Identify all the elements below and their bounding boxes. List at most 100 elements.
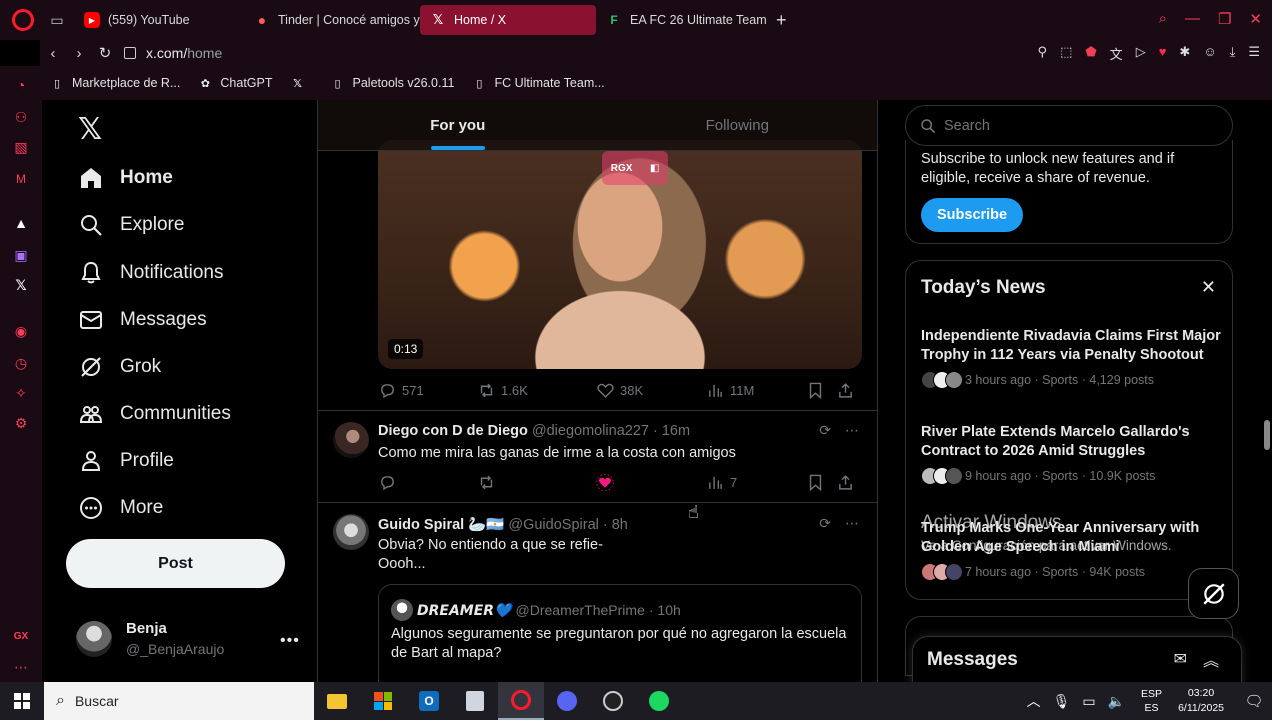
chevron-up-icon[interactable]: ︿ <box>1027 691 1041 711</box>
tweet-video[interactable]: RGX ◧ 0:13 <box>378 140 862 369</box>
outlook-app[interactable]: O <box>406 682 452 720</box>
forward-button[interactable]: › <box>66 45 92 62</box>
expand-chevron-icon[interactable]: ︽ <box>1203 647 1219 671</box>
video-overlay-badge[interactable]: RGX ◧ <box>602 151 668 185</box>
avatar[interactable] <box>333 514 369 550</box>
profile-icon[interactable]: ☺ <box>1203 44 1216 63</box>
x-sidebar-icon[interactable]: 𝕏 <box>12 276 30 294</box>
volume-icon[interactable]: 🔈 <box>1108 693 1125 710</box>
notepad-app[interactable] <box>452 682 498 720</box>
tweet-time[interactable]: · 8h <box>603 517 628 533</box>
settings-icon[interactable]: ⚙ <box>12 414 30 432</box>
author-name[interactable]: Diego con D de Diego <box>378 423 528 439</box>
news-item[interactable]: Independiente Rivadavia Claims First Maj… <box>921 327 1221 389</box>
grok-explain-icon[interactable]: ⟳ <box>819 422 831 439</box>
repost-button[interactable] <box>477 473 596 491</box>
new-message-icon[interactable]: ✉ <box>1174 649 1187 669</box>
opera-gx-app[interactable] <box>498 682 544 720</box>
extensions-icon[interactable]: ✱ <box>1179 44 1190 63</box>
tab-tinder[interactable]: ● Tinder | Conocé amigos y <box>244 5 420 35</box>
tab-islands-icon[interactable]: ▭ <box>46 9 68 31</box>
nav-communities[interactable]: Communities <box>78 394 231 434</box>
tab-x-home[interactable]: 𝕏 Home / X <box>420 5 596 35</box>
tab-following[interactable]: Following <box>598 100 878 150</box>
more-options-icon[interactable]: ⋯ <box>845 515 859 532</box>
x-logo-icon[interactable]: 𝕏 <box>78 112 102 147</box>
player-icon[interactable]: ▷ <box>1136 44 1146 63</box>
gmail-icon[interactable]: M <box>12 170 30 188</box>
maximize-button[interactable]: ❐ <box>1218 10 1231 28</box>
nav-notifications[interactable]: Notifications <box>78 253 224 293</box>
reply-button[interactable] <box>378 473 477 491</box>
author-handle[interactable]: @diegomolina227 <box>532 423 649 439</box>
gx-icon[interactable]: GX <box>12 628 30 646</box>
quoted-tweet[interactable]: 𝘿𝙍𝙀𝘼𝙈𝙀𝙍💙 @DreamerThePrime · 10h Algunos … <box>378 584 862 682</box>
avatar[interactable] <box>333 422 369 458</box>
translate-icon[interactable]: 文 <box>1110 44 1123 63</box>
grok-floating-button[interactable] <box>1188 568 1239 619</box>
bookmark-heart-icon[interactable]: ♥ <box>1159 44 1167 63</box>
bookmark-chatgpt[interactable]: ✿ ChatGPT <box>198 76 273 90</box>
start-button[interactable] <box>0 682 44 720</box>
minimize-button[interactable]: — <box>1185 10 1200 28</box>
bookmark-x[interactable]: 𝕏 <box>291 76 313 90</box>
page-scrollbar[interactable] <box>1264 420 1270 450</box>
tab-ea-fc[interactable]: F EA FC 26 Ultimate Team P <box>596 5 770 35</box>
new-tab-button[interactable]: + <box>776 10 787 31</box>
bookmark-button[interactable] <box>806 473 836 491</box>
messages-drawer[interactable]: Messages ✉ ︽ <box>912 636 1242 682</box>
news-item[interactable]: Trump Marks One-Year Anniversary with Go… <box>921 519 1221 581</box>
like-button[interactable] <box>596 473 706 491</box>
taskbar-search[interactable]: ⌕ Buscar <box>44 682 314 720</box>
author-handle[interactable]: @GuidoSpiral <box>508 517 598 533</box>
views-button[interactable]: 11M <box>706 381 806 399</box>
history-icon[interactable]: ◷ <box>12 354 30 372</box>
file-explorer-app[interactable] <box>314 682 360 720</box>
language-indicator[interactable]: ESP ES <box>1141 687 1162 715</box>
repost-button[interactable]: 1.6K <box>477 381 596 399</box>
easy-setup-icon[interactable]: ☰ <box>1248 44 1260 63</box>
nav-grok[interactable]: Grok <box>78 347 161 387</box>
network-icon[interactable]: ▭ <box>1082 693 1095 710</box>
nav-explore[interactable]: Explore <box>78 205 184 245</box>
url-field[interactable]: x.com/home <box>146 45 222 61</box>
tweet-time[interactable]: · 16m <box>653 423 690 439</box>
close-icon[interactable]: ✕ <box>1201 277 1216 298</box>
bookmark-fc-ultimate[interactable]: ▯ FC Ultimate Team... <box>472 76 604 90</box>
opera-menu-icon[interactable] <box>12 9 34 31</box>
author-name[interactable]: Guido Spiral <box>378 517 464 533</box>
share-button[interactable] <box>836 381 860 399</box>
store-app[interactable] <box>360 682 406 720</box>
clock[interactable]: 03:20 6/11/2025 <box>1178 686 1224 716</box>
like-button[interactable]: 38K <box>596 381 706 399</box>
snapshot-icon[interactable]: ⬚ <box>1060 44 1072 63</box>
pin-icon[interactable]: ⚲ <box>1038 44 1048 63</box>
site-info-icon[interactable] <box>124 47 136 59</box>
arc-icon[interactable]: ▲ <box>12 214 30 232</box>
nav-profile[interactable]: Profile <box>78 441 174 481</box>
close-window-button[interactable]: ✕ <box>1249 10 1262 28</box>
post-button[interactable]: Post <box>66 539 285 588</box>
tab-youtube[interactable]: ▶ (559) YouTube <box>74 5 244 35</box>
pocket-icon[interactable]: ⬟ <box>1085 44 1096 63</box>
obs-app[interactable] <box>590 682 636 720</box>
nav-more[interactable]: More <box>78 488 163 528</box>
spotify-app[interactable] <box>636 682 682 720</box>
grok-explain-icon[interactable]: ⟳ <box>819 515 831 532</box>
sidebar-more-icon[interactable]: ⋯ <box>12 658 30 676</box>
reload-button[interactable]: ↻ <box>92 44 118 62</box>
tab-for-you[interactable]: For you <box>318 100 598 150</box>
search-tabs-icon[interactable]: ⌕ <box>1159 10 1167 28</box>
more-options-icon[interactable]: ⋯ <box>845 422 859 439</box>
search-input[interactable]: Search <box>905 105 1233 146</box>
reply-button[interactable]: 571 <box>378 381 477 399</box>
notifications-icon[interactable]: 🗨 <box>1236 692 1272 710</box>
aria-icon[interactable]: ◔ <box>12 76 30 94</box>
extensions-sidebar-icon[interactable]: ✧ <box>12 384 30 402</box>
nav-messages[interactable]: Messages <box>78 300 207 340</box>
discord-app[interactable] <box>544 682 590 720</box>
bookmark-paletools[interactable]: ▯ Paletools v26.0.11 <box>331 76 454 90</box>
views-button[interactable]: 7 <box>706 473 806 491</box>
player-sidebar-icon[interactable]: ◉ <box>12 322 30 340</box>
share-button[interactable] <box>836 473 860 491</box>
